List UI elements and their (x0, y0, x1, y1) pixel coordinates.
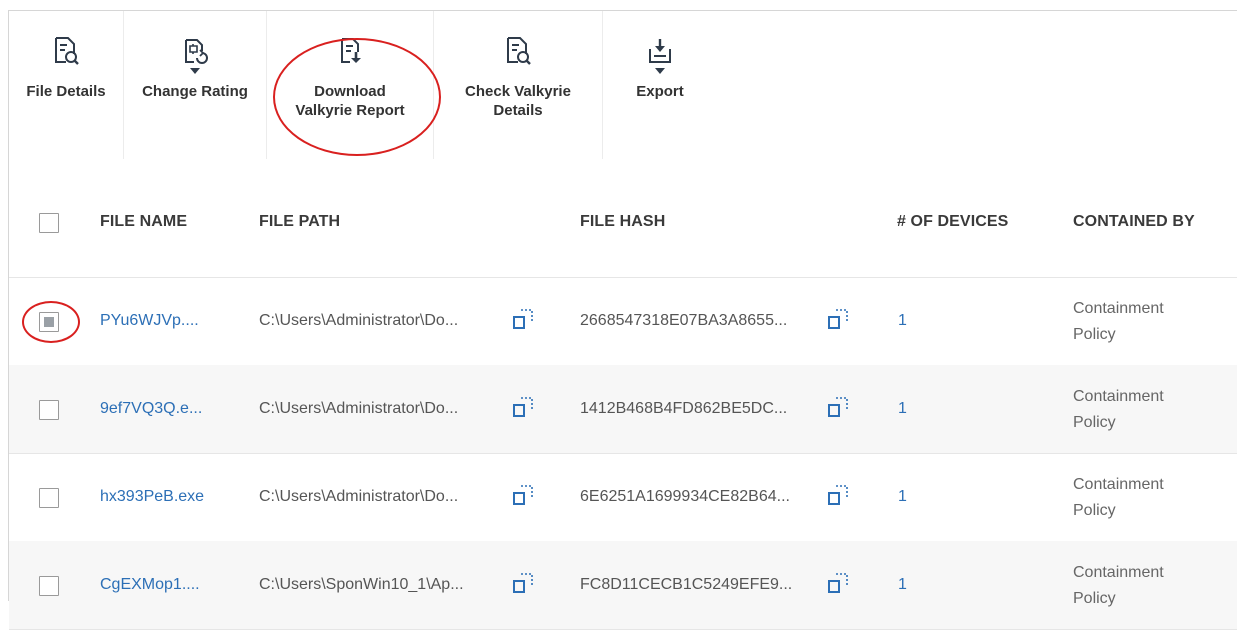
devices-count-link[interactable]: 1 (898, 488, 907, 506)
toolbar: File Details Change Rating Download Valk… (9, 11, 729, 159)
copy-icon[interactable] (828, 485, 848, 505)
row-checkbox[interactable] (39, 488, 59, 508)
table-header: FILE NAME FILE PATH FILE HASH # OF DEVIC… (9, 159, 1237, 278)
devices-count-link[interactable]: 1 (898, 400, 907, 418)
file-details-icon (50, 35, 82, 67)
copy-icon[interactable] (828, 397, 848, 417)
file-name-link[interactable]: CgEXMop1.... (100, 576, 200, 594)
header-file-hash[interactable]: FILE HASH (580, 213, 665, 231)
contained-by: Containment Policy (1073, 476, 1164, 519)
file-hash: 2668547318E07BA3A8655... (580, 312, 788, 329)
header-file-name[interactable]: FILE NAME (100, 213, 187, 231)
contained-by: Containment Policy (1073, 388, 1164, 431)
export-label: Export (636, 83, 684, 100)
header-devices[interactable]: # OF DEVICES (897, 213, 1008, 231)
row-checkbox[interactable] (39, 312, 59, 332)
table-row[interactable]: CgEXMop1.... C:\Users\SponWin10_1\Ap... … (9, 541, 1237, 630)
copy-icon[interactable] (513, 485, 533, 505)
export-button[interactable]: Export (603, 11, 717, 159)
contained-by: Containment Policy (1073, 564, 1164, 607)
change-rating-icon (179, 35, 211, 67)
select-all-checkbox[interactable] (39, 213, 59, 233)
change-rating-label: Change Rating (142, 83, 248, 100)
file-name-link[interactable]: hx393PeB.exe (100, 488, 204, 506)
devices-count-link[interactable]: 1 (898, 576, 907, 594)
export-icon (644, 35, 676, 67)
file-path: C:\Users\Administrator\Do... (259, 312, 459, 329)
table-row[interactable]: hx393PeB.exe C:\Users\Administrator\Do..… (9, 453, 1237, 542)
chevron-down-icon (190, 66, 200, 76)
row-checkbox[interactable] (39, 400, 59, 420)
download-valkyrie-report-label: Download Valkyrie Report (295, 83, 405, 119)
download-valkyrie-report-button[interactable]: Download Valkyrie Report (267, 11, 434, 159)
file-path: C:\Users\Administrator\Do... (259, 488, 459, 505)
check-details-icon (502, 35, 534, 67)
file-details-button[interactable]: File Details (9, 11, 124, 159)
contained-by: Containment Policy (1073, 300, 1164, 343)
copy-icon[interactable] (513, 573, 533, 593)
file-path: C:\Users\Administrator\Do... (259, 400, 459, 417)
file-name-link[interactable]: PYu6WJVp.... (100, 312, 199, 330)
copy-icon[interactable] (828, 309, 848, 329)
chevron-down-icon (655, 66, 665, 76)
header-contained-by[interactable]: CONTAINED BY (1073, 213, 1195, 231)
download-report-icon (334, 35, 366, 67)
file-name-link[interactable]: 9ef7VQ3Q.e... (100, 400, 202, 418)
table-row[interactable]: PYu6WJVp.... C:\Users\Administrator\Do..… (9, 277, 1237, 366)
table-row[interactable]: 9ef7VQ3Q.e... C:\Users\Administrator\Do.… (9, 365, 1237, 454)
file-path: C:\Users\SponWin10_1\Ap... (259, 576, 464, 593)
main-panel: File Details Change Rating Download Valk… (8, 10, 1237, 630)
header-file-path[interactable]: FILE PATH (259, 213, 340, 231)
check-valkyrie-details-label: Check Valkyrie Details (465, 83, 571, 119)
copy-icon[interactable] (513, 397, 533, 417)
check-valkyrie-details-button[interactable]: Check Valkyrie Details (434, 11, 603, 159)
file-details-label: File Details (26, 83, 106, 100)
copy-icon[interactable] (513, 309, 533, 329)
row-checkbox[interactable] (39, 576, 59, 596)
file-hash: 6E6251A1699934CE82B64... (580, 488, 790, 505)
change-rating-button[interactable]: Change Rating (124, 11, 267, 159)
file-hash: 1412B468B4FD862BE5DC... (580, 400, 788, 417)
copy-icon[interactable] (828, 573, 848, 593)
file-hash: FC8D11CECB1C5249EFE9... (580, 576, 793, 593)
devices-count-link[interactable]: 1 (898, 312, 907, 330)
